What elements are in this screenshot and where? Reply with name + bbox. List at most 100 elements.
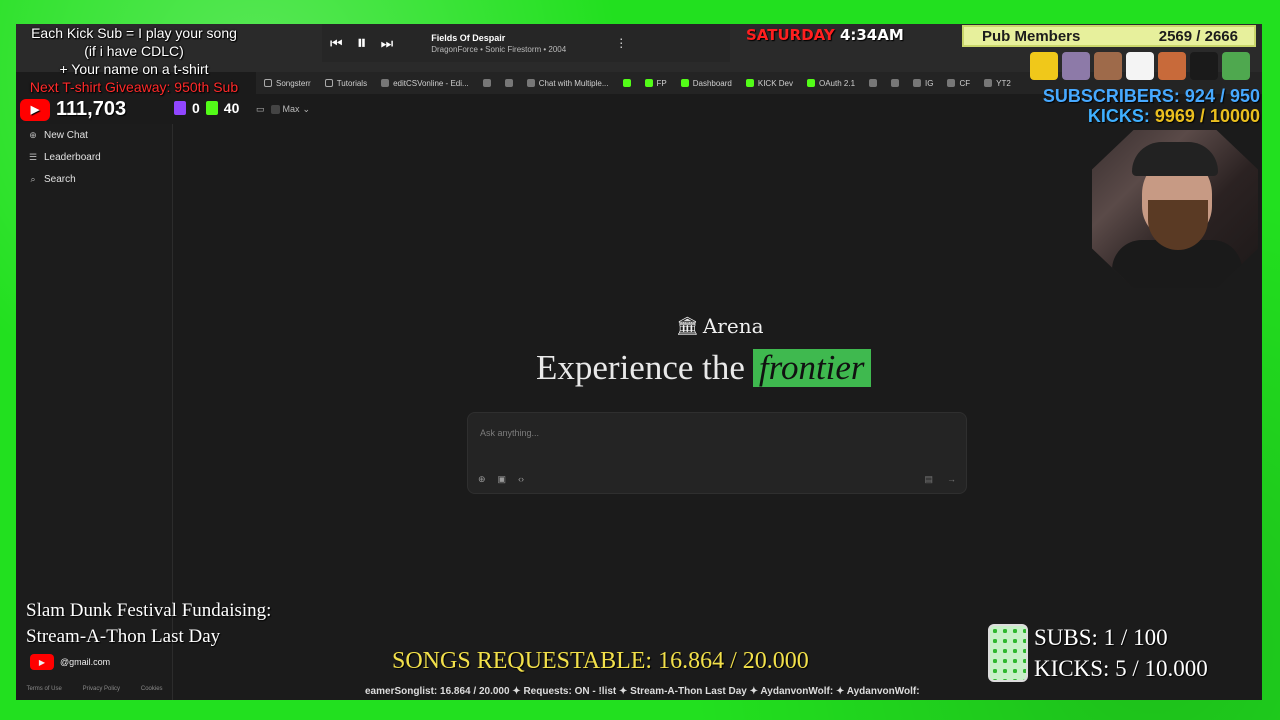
tshirt-icon <box>1062 52 1090 80</box>
fundraising-line-2: Stream-A-Thon Last Day <box>26 626 221 647</box>
bookmark-item[interactable]: YT2 <box>984 79 1011 88</box>
bookmark-item[interactable] <box>482 79 491 87</box>
site-icon <box>984 79 993 87</box>
goal-overlay: SUBS: 1 / 100 KICKS: 5 / 10.000 <box>1034 622 1208 684</box>
kick-icon <box>807 79 815 87</box>
kicks-label: KICKS: <box>1087 106 1150 126</box>
folder-icon <box>324 79 333 87</box>
kick-count: 40 <box>223 100 240 116</box>
bookmark-item[interactable]: CF <box>947 79 970 88</box>
sidebar-item-label: Leaderboard <box>44 151 101 163</box>
sidebar-item-new-chat[interactable]: ⊕ New Chat <box>16 124 172 146</box>
subscribers-value: 924 / 950 <box>1184 86 1260 106</box>
bookmark-item[interactable] <box>891 79 900 87</box>
track-title: Fields Of Despair <box>431 32 506 43</box>
sidebar-footer: Terms of Use Privacy Policy Cookies <box>16 686 173 692</box>
cookies-link[interactable]: Cookies <box>141 686 163 692</box>
bookmark-item[interactable]: IG <box>913 79 933 88</box>
giveaway-line: Next T-shirt Giveaway: 950th Sub <box>29 79 239 95</box>
bookmark-label: KICK Dev <box>757 78 793 88</box>
kick-sub-line-1: Each Kick Sub = I play your song <box>31 25 237 41</box>
send-arrow-icon[interactable]: → <box>947 474 956 485</box>
kick-icon <box>644 79 653 87</box>
code-icon[interactable]: ‹› <box>518 474 524 485</box>
hero-text: Experience the <box>536 348 745 387</box>
site-icon <box>482 79 491 87</box>
chat-input[interactable] <box>480 425 950 441</box>
folder-icon <box>264 79 272 87</box>
fundraising-line-1: Slam Dunk Festival Fundaising: <box>26 600 272 621</box>
composer-actions: ▤ → <box>924 474 956 485</box>
image-icon[interactable]: ▣ <box>498 474 507 485</box>
pause-icon[interactable]: ⏸ <box>357 32 367 55</box>
instagram-icon <box>913 79 922 87</box>
tshirt-line: + Your name on a t-shirt <box>59 61 209 77</box>
next-track-icon[interactable]: ⏭ <box>381 35 394 52</box>
bookmark-item[interactable]: KICK Dev <box>745 78 793 88</box>
list-icon: ☰ <box>28 151 38 162</box>
terms-link[interactable]: Terms of Use <box>26 686 61 692</box>
max-label: Max <box>282 104 300 114</box>
model-select[interactable]: Max ⌄ <box>270 104 310 115</box>
search-icon: ⌕ <box>30 173 36 184</box>
kick-sub-line-2: (if i have CDLC) <box>84 43 184 59</box>
kicks-goal: KICKS: 5 / 10.000 <box>1034 656 1208 681</box>
sidebar-item-label: New Chat <box>44 129 88 141</box>
pub-members-value: 2569 / 2666 <box>1158 27 1238 45</box>
tshirt-icon <box>1158 52 1186 80</box>
twitch-icon <box>174 101 186 115</box>
bookmark-item[interactable]: FP <box>644 78 667 88</box>
hero-highlight: frontier <box>752 348 871 387</box>
more-options-icon[interactable]: ⋮ <box>615 36 627 50</box>
email-text: @gmail.com <box>60 657 111 667</box>
bookmark-label: CF <box>959 78 971 88</box>
bookmark-item[interactable]: editCSVonline - Edi... <box>381 79 469 88</box>
youtube-subscriber-count: ▶ 111,703 <box>20 98 126 121</box>
globe-icon[interactable]: ⊕ <box>478 474 486 485</box>
subscribers-label: SUBSCRIBERS: <box>1042 86 1180 106</box>
bookmark-item[interactable] <box>504 79 513 87</box>
subs-goal: SUBS: 1 / 100 <box>1034 625 1168 650</box>
bookmark-item[interactable]: Chat with Multiple... <box>526 79 609 88</box>
site-icon <box>947 79 956 87</box>
sidebar-item-label: Search <box>44 173 76 185</box>
bookmark-item[interactable] <box>869 79 878 87</box>
clock-overlay: SATURDAY 4:34AM <box>746 26 904 44</box>
kick-icon <box>680 79 689 87</box>
max-icon <box>270 104 280 114</box>
kick-icon <box>745 79 754 87</box>
app-top-bar: ▭ Max ⌄ <box>256 100 310 118</box>
plus-circle-icon: ⊕ <box>29 129 37 140</box>
bookmark-label: IG <box>925 78 934 88</box>
attach-icon[interactable]: ▤ <box>924 474 933 485</box>
sidebar-item-search[interactable]: ⌕ Search <box>16 168 172 190</box>
bookmark-item[interactable]: Songsterr <box>264 79 311 88</box>
google-icon <box>504 79 513 87</box>
site-icon <box>526 79 535 87</box>
window-toggle-icon[interactable]: ▭ <box>256 104 265 115</box>
arena-logo: 🏛 Arena <box>676 314 764 338</box>
fundraising-overlay: Slam Dunk Festival Fundaising: Stream-A-… <box>26 598 271 650</box>
bookmark-item[interactable]: OAuth 2.1 <box>807 79 855 88</box>
bookmark-label: FP <box>656 78 667 88</box>
tshirt-icon <box>1030 52 1058 80</box>
kick-sub-info-overlay: Each Kick Sub = I play your song (if i h… <box>14 24 254 96</box>
tshirt-icon <box>1126 52 1154 80</box>
previous-track-icon[interactable]: ⏮ <box>330 35 343 52</box>
bookmark-item[interactable]: Dashboard <box>680 79 732 88</box>
pillar-icon: 🏛 <box>676 315 699 337</box>
privacy-link[interactable]: Privacy Policy <box>83 686 120 692</box>
composer-tools: ⊕ ▣ ‹› <box>478 474 524 485</box>
bookmark-item[interactable] <box>622 79 631 87</box>
ticker-bar: eamerSonglist: 16.864 / 20.000 ✦ Request… <box>365 686 920 697</box>
tshirt-icon <box>1094 52 1122 80</box>
sidebar-item-leaderboard[interactable]: ☰ Leaderboard <box>16 146 172 168</box>
youtube-count: 111,703 <box>56 98 127 120</box>
tshirt-icon <box>1190 52 1218 80</box>
bookmark-label: Tutorials <box>336 78 368 88</box>
platform-counts: 0 40 <box>174 100 239 116</box>
track-subtitle: DragonForce • Sonic Firestorm • 2004 <box>431 44 567 54</box>
pub-members-bar: Pub Members 2569 / 2666 <box>962 25 1256 47</box>
songs-requestable: SONGS REQUESTABLE: 16.864 / 20.000 <box>392 648 809 674</box>
bookmark-item[interactable]: Tutorials <box>324 78 368 88</box>
